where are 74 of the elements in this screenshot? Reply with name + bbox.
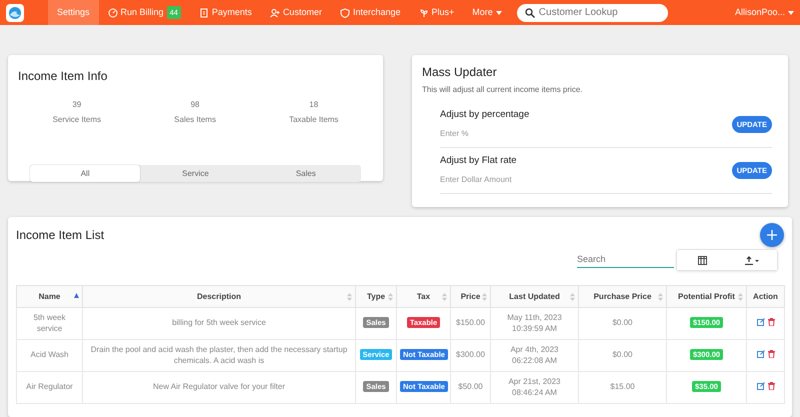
customer-lookup-box[interactable]: Customer Lookup	[516, 4, 668, 22]
shield-icon	[340, 8, 350, 18]
delete-link[interactable]	[768, 318, 774, 326]
nav-link[interactable]: Plus+	[410, 0, 464, 25]
nav-link[interactable]: More	[463, 0, 511, 25]
stat-label: Service Items	[52, 114, 102, 126]
panel-title: Income Item Info	[18, 68, 108, 85]
purchase-price: $0.00	[612, 350, 633, 360]
filter-tab[interactable]: Service	[140, 165, 251, 182]
stat-label: Taxable Items	[288, 114, 340, 126]
panel-title: Mass Updater	[422, 64, 498, 81]
item-description: Drain the pool and acid wash the plaster, then add the necessary startup chemicals. A acid wash is	[90, 344, 348, 364]
filter-tab[interactable]: Sales	[250, 165, 361, 182]
receipt-icon	[198, 8, 209, 18]
item-description: billing for 5th week service	[172, 318, 266, 328]
column-header: Description	[82, 286, 356, 308]
stat-value: 98	[190, 99, 200, 111]
edit-icon	[756, 382, 764, 390]
nav-link[interactable]: Interchange	[330, 0, 410, 25]
last-updated: Apr 21st, 2023 08:46:24 AM	[508, 376, 561, 396]
last-updated: Apr 4th, 2023 06:22:08 AM	[510, 344, 559, 364]
stat-value: 39	[71, 99, 82, 111]
stat-label: Sales Items	[173, 114, 217, 126]
columns-icon	[698, 256, 706, 264]
trash-icon	[768, 318, 774, 326]
column-header: Name	[16, 286, 82, 308]
gauge-icon	[108, 8, 118, 18]
trash-icon	[768, 382, 774, 390]
price: $150.00	[456, 318, 485, 328]
panel-title: Income Item List	[16, 227, 104, 244]
nav-link[interactable]: Customer	[260, 0, 331, 25]
wave-logo-icon	[8, 6, 22, 20]
trash-icon	[768, 350, 774, 358]
delete-link[interactable]	[768, 350, 774, 358]
item-name: 5th week service	[33, 312, 66, 332]
column-header: Last Updated	[490, 286, 578, 308]
column-header: Tax	[396, 286, 450, 308]
plant-icon	[418, 8, 428, 18]
item-name: Air Regulator	[26, 382, 73, 392]
nav-link[interactable]: Settings	[48, 0, 99, 25]
user-menu[interactable]: AllisonPoo...	[734, 6, 794, 20]
edit-link[interactable]	[756, 350, 764, 358]
price: $50.00	[458, 382, 483, 392]
price: $300.00	[456, 350, 485, 360]
column-header: Action	[746, 286, 784, 308]
app-logo[interactable]	[6, 4, 24, 22]
user-plus-icon	[270, 8, 280, 18]
column-header: Price	[450, 286, 490, 308]
edit-link[interactable]	[756, 318, 764, 326]
field-label: Adjust by percentage	[440, 108, 530, 122]
panel-subtitle: This will adjust all current income items price.	[422, 84, 584, 96]
filter-tab[interactable]: All	[30, 165, 140, 182]
field-label: Adjust by Flat rate	[440, 154, 518, 168]
export-icon	[744, 256, 760, 264]
item-name: Acid Wash	[30, 350, 68, 360]
plus-icon	[767, 230, 777, 240]
add-button[interactable]	[760, 223, 784, 247]
column-header: Purchase Price	[578, 286, 666, 308]
last-updated: May 11th, 2023 10:39:59 AM	[507, 312, 562, 332]
export-button[interactable]	[727, 250, 777, 270]
columns-button[interactable]	[677, 250, 727, 270]
caret-icon	[788, 10, 794, 14]
edit-link[interactable]	[756, 382, 764, 390]
stat-value: 18	[308, 99, 320, 111]
column-header: Type	[356, 286, 396, 308]
edit-icon	[756, 318, 764, 326]
search-icon	[524, 8, 535, 18]
edit-icon	[756, 350, 764, 358]
column-header: Potential Profit	[666, 286, 746, 308]
item-description: New Air Regulator valve for your filter	[152, 382, 286, 392]
nav-link[interactable]: Payments	[190, 0, 261, 25]
purchase-price: $0.00	[612, 318, 633, 328]
purchase-price: $15.00	[610, 382, 635, 392]
delete-link[interactable]	[768, 382, 774, 390]
